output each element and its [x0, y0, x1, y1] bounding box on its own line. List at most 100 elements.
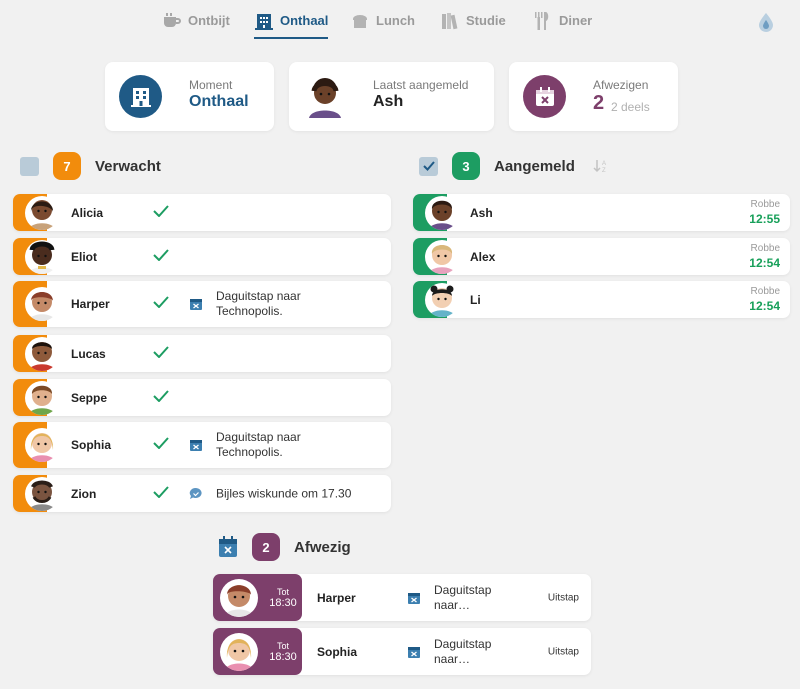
- check-icon[interactable]: [153, 485, 169, 503]
- registered-row-alex[interactable]: Alex Robbe 12:54: [413, 238, 790, 275]
- select-all-expected-checkbox[interactable]: [20, 156, 39, 176]
- chat-icon: [189, 487, 203, 501]
- absent-until: Tot 18:30: [269, 586, 297, 609]
- expected-header: 7 Verwacht: [20, 152, 161, 180]
- avatar: [425, 195, 459, 230]
- sort-icon[interactable]: AZ: [593, 158, 609, 174]
- top-navigation: Ontbijt Onthaal Lunch Studie Diner: [0, 0, 800, 44]
- absent-header: 2 Afwezig: [218, 533, 351, 561]
- registered-title: Aangemeld: [494, 157, 575, 175]
- note-text: Daguitstap naar…: [434, 636, 492, 666]
- svg-text:A: A: [602, 161, 606, 167]
- student-name: Sophia: [71, 438, 112, 452]
- absent-detail: 2 deels: [611, 100, 650, 114]
- student-name: Lucas: [71, 346, 106, 361]
- registered-time: 12:54: [749, 256, 780, 270]
- calendar-x-icon: [218, 536, 238, 558]
- avatar: [25, 428, 59, 462]
- moment-card: Moment Onthaal: [105, 62, 274, 131]
- absent-card: Afwezigen 2 2 deels: [509, 62, 678, 131]
- absent-count: 2: [593, 92, 605, 114]
- check-icon[interactable]: [153, 389, 169, 407]
- absence-type: Uitstap: [547, 592, 579, 603]
- calendar-x-icon: [189, 438, 203, 452]
- tab-lunch-label: Lunch: [376, 13, 415, 28]
- calendar-x-icon: [189, 297, 203, 311]
- absent-until: Tot 18:30: [269, 640, 297, 663]
- avatar: [25, 287, 59, 321]
- registered-header: 3 Aangemeld AZ: [419, 152, 609, 180]
- avatar: [220, 632, 258, 671]
- tab-studie-label: Studie: [466, 13, 506, 28]
- expected-row-harper[interactable]: Harper Daguitstap naar Technopolis.: [13, 281, 391, 327]
- expected-count-badge: 7: [53, 152, 81, 180]
- tab-onthaal-label: Onthaal: [280, 13, 329, 28]
- absent-row-sophia[interactable]: Tot 18:30 Sophia Daguitstap naar… Uitstap: [213, 628, 591, 675]
- student-name: Li: [470, 292, 481, 307]
- registered-by: Robbe: [750, 286, 780, 297]
- avatar: [25, 239, 59, 274]
- absent-row-harper[interactable]: Tot 18:30 Harper Daguitstap naar… Uitstap: [213, 574, 591, 621]
- student-name: Harper: [71, 297, 110, 311]
- student-name: Harper: [317, 590, 356, 605]
- avatar: [425, 282, 459, 317]
- coffee-cup-icon: [162, 12, 182, 30]
- select-all-registered-checkbox[interactable]: [419, 156, 438, 176]
- avatar: [220, 578, 258, 617]
- check-icon[interactable]: [153, 295, 169, 313]
- tab-ontbijt[interactable]: Ontbijt: [162, 12, 230, 38]
- student-name: Ash: [470, 205, 493, 220]
- tab-ontbijt-label: Ontbijt: [188, 13, 230, 28]
- expected-row-eliot[interactable]: Eliot: [13, 238, 391, 275]
- books-icon: [440, 12, 460, 30]
- moment-value: Onthaal: [189, 93, 249, 110]
- student-name: Zion: [71, 486, 97, 501]
- avatar: [25, 195, 59, 230]
- registered-time: 12:54: [749, 299, 780, 313]
- tab-diner-label: Diner: [559, 13, 593, 28]
- absence-type: Uitstap: [547, 646, 579, 657]
- calendar-x-icon: [407, 645, 421, 659]
- tab-studie[interactable]: Studie: [440, 12, 506, 38]
- bread-icon: [350, 12, 370, 30]
- note-text: Daguitstap naar…: [434, 582, 492, 612]
- registered-time: 12:55: [749, 212, 780, 226]
- check-icon[interactable]: [153, 436, 169, 454]
- student-name: Seppe: [71, 390, 108, 405]
- absent-caption: Afwezigen: [593, 78, 649, 92]
- calendar-x-icon: [523, 75, 566, 118]
- check-icon[interactable]: [153, 204, 169, 222]
- moment-caption: Moment: [189, 78, 233, 92]
- expected-row-alicia[interactable]: Alicia: [13, 194, 391, 231]
- expected-row-seppe[interactable]: Seppe: [13, 379, 391, 416]
- check-icon[interactable]: [153, 345, 169, 363]
- building-icon: [119, 75, 162, 118]
- expected-row-zion[interactable]: Zion Bijles wiskunde om 17.30: [13, 475, 391, 512]
- absent-count-badge: 2: [252, 533, 280, 561]
- expected-row-sophia[interactable]: Sophia Daguitstap naar Technopolis.: [13, 422, 391, 468]
- registered-row-li[interactable]: Li Robbe 12:54: [413, 281, 790, 318]
- absent-title: Afwezig: [294, 538, 351, 556]
- note-text: Daguitstap naar Technopolis.: [216, 289, 301, 318]
- tab-onthaal[interactable]: Onthaal: [254, 12, 329, 39]
- registered-by: Robbe: [750, 199, 780, 210]
- avatar: [25, 380, 59, 415]
- building-icon: [254, 12, 274, 30]
- tab-diner[interactable]: Diner: [533, 12, 592, 38]
- cutlery-icon: [533, 12, 553, 30]
- last-registered-caption: Laatst aangemeld: [373, 78, 469, 92]
- calendar-x-icon: [407, 591, 421, 605]
- registered-by: Robbe: [750, 243, 780, 254]
- note-text: Daguitstap naar Technopolis.: [216, 430, 301, 459]
- student-name: Eliot: [71, 249, 97, 264]
- svg-text:Z: Z: [602, 168, 606, 174]
- expected-row-lucas[interactable]: Lucas: [13, 335, 391, 372]
- avatar: [425, 239, 459, 274]
- check-icon[interactable]: [153, 248, 169, 266]
- registered-row-ash[interactable]: Ash Robbe 12:55: [413, 194, 790, 231]
- tab-lunch[interactable]: Lunch: [350, 12, 415, 38]
- registered-count-badge: 3: [452, 152, 480, 180]
- water-drop-icon[interactable]: [756, 12, 776, 32]
- student-name: Alicia: [71, 205, 104, 220]
- student-name: Sophia: [317, 644, 358, 659]
